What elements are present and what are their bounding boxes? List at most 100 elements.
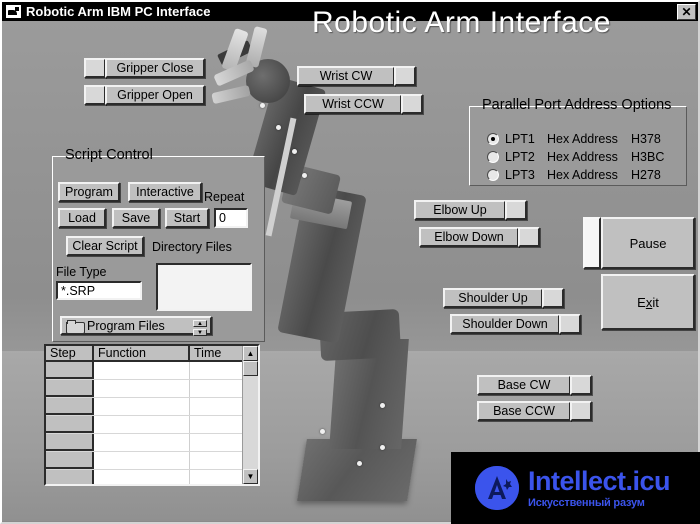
app-window: Robotic Arm IBM PC Interface ✕ Robotic A… (0, 0, 700, 524)
gripper-close-indicator (84, 58, 106, 78)
directory-files-label: Directory Files (152, 240, 232, 254)
program-button[interactable]: Program (58, 182, 120, 202)
base-cw-indicator (570, 375, 592, 395)
table-row[interactable] (46, 362, 242, 380)
program-files-combo-value: Program Files (87, 318, 165, 333)
scroll-down-icon[interactable]: ▼ (243, 469, 258, 484)
watermark-subtitle: Искусственный разум (528, 496, 645, 509)
arm-gripper-finger-4 (211, 84, 251, 105)
app-icon (5, 4, 22, 19)
wrist-cw-button[interactable]: Wrist CW (297, 66, 395, 86)
exit-button[interactable]: Ex it (601, 274, 695, 330)
load-button[interactable]: Load (58, 208, 106, 228)
wrist-ccw-button[interactable]: Wrist CCW (304, 94, 402, 114)
folder-icon (66, 319, 85, 334)
radio-lpt1-label: LPT1 (505, 132, 535, 146)
cell-function (94, 398, 190, 415)
file-type-label: File Type (56, 265, 107, 279)
arm-bolt (380, 445, 385, 450)
intellect-logo-icon (475, 466, 519, 510)
watermark-text: Intellect.icu Искусственный разум (528, 465, 671, 509)
script-grid-main: Step Function Time (46, 346, 242, 484)
cell-step (46, 416, 94, 433)
elbow-up-button[interactable]: Elbow Up (414, 200, 506, 220)
arm-bolt (320, 429, 325, 434)
radio-lpt1-mark[interactable] (487, 133, 499, 145)
chevron-down-icon[interactable]: ▼ (193, 329, 207, 336)
pause-button[interactable]: Pause (601, 217, 695, 269)
shoulder-up-button[interactable]: Shoulder Up (443, 288, 543, 308)
table-row[interactable] (46, 398, 242, 416)
radio-lpt3-hex-value: H278 (631, 168, 661, 182)
base-ccw-button[interactable]: Base CCW (477, 401, 571, 421)
wrist-ccw-indicator (401, 94, 423, 114)
interactive-button[interactable]: Interactive (128, 182, 202, 202)
exit-label-after: it (652, 294, 659, 310)
column-header-step: Step (46, 346, 94, 360)
repeat-input[interactable]: 0 (214, 208, 248, 228)
cell-time (190, 362, 242, 379)
gripper-close-button[interactable]: Gripper Close (105, 58, 205, 78)
pause-indicator (583, 217, 601, 269)
radio-lpt2-mark[interactable] (487, 151, 499, 163)
radio-lpt1[interactable]: LPT1 Hex Address H378 (487, 132, 661, 146)
repeat-label: Repeat (204, 190, 245, 204)
gripper-open-indicator (84, 85, 106, 105)
file-type-input[interactable]: *.SRP (56, 281, 142, 300)
save-button[interactable]: Save (112, 208, 160, 228)
elbow-down-indicator (518, 227, 540, 247)
page-title: Robotic Arm Interface (312, 6, 611, 39)
scrollbar-track[interactable] (243, 376, 258, 469)
parallel-port-group-title: Parallel Port Address Options (482, 97, 672, 113)
script-grid-scrollbar[interactable]: ▲ ▼ (242, 346, 258, 484)
radio-lpt2-label: LPT2 (505, 150, 535, 164)
elbow-up-indicator (505, 200, 527, 220)
table-row[interactable] (46, 452, 242, 470)
radio-lpt3-label: LPT3 (505, 168, 535, 182)
directory-files-list[interactable] (156, 263, 252, 311)
table-row[interactable] (46, 470, 242, 484)
cell-time (190, 452, 242, 469)
cell-function (94, 380, 190, 397)
base-ccw-indicator (570, 401, 592, 421)
shoulder-up-indicator (542, 288, 564, 308)
shoulder-down-button[interactable]: Shoulder Down (450, 314, 560, 334)
radio-lpt2[interactable]: LPT2 Hex Address H3BC (487, 150, 664, 164)
radio-lpt3[interactable]: LPT3 Hex Address H278 (487, 168, 661, 182)
arm-bolt (357, 461, 362, 466)
close-icon[interactable]: ✕ (677, 3, 696, 20)
shoulder-down-indicator (559, 314, 581, 334)
program-files-combo-spinner[interactable]: ▲ ▼ (193, 320, 207, 336)
cell-step (46, 452, 94, 469)
wrist-cw-indicator (394, 66, 416, 86)
arm-bolt (380, 403, 385, 408)
script-grid-body (46, 362, 242, 484)
cell-function (94, 452, 190, 469)
radio-lpt3-mark[interactable] (487, 169, 499, 181)
arm-bolt (292, 149, 297, 154)
column-header-function: Function (94, 346, 190, 360)
radio-lpt2-hex-caption: Hex Address (547, 150, 618, 164)
program-files-combo[interactable]: Program Files ▲ ▼ (60, 316, 212, 336)
table-row[interactable] (46, 416, 242, 434)
start-button[interactable]: Start (165, 208, 209, 228)
exit-label-before: E (637, 294, 646, 310)
base-cw-button[interactable]: Base CW (477, 375, 571, 395)
cell-time (190, 380, 242, 397)
cell-time (190, 416, 242, 433)
scrollbar-thumb[interactable] (243, 361, 258, 376)
gripper-open-button[interactable]: Gripper Open (105, 85, 205, 105)
watermark-title: Intellect.icu (528, 465, 671, 496)
scroll-up-icon[interactable]: ▲ (243, 346, 258, 361)
chevron-up-icon[interactable]: ▲ (193, 320, 207, 327)
cell-time (190, 398, 242, 415)
elbow-down-button[interactable]: Elbow Down (419, 227, 519, 247)
cell-step (46, 380, 94, 397)
script-grid-header: Step Function Time (46, 346, 242, 362)
table-row[interactable] (46, 380, 242, 398)
script-grid[interactable]: Step Function Time ▲ ▼ (44, 344, 260, 486)
clear-script-button[interactable]: Clear Script (66, 236, 144, 256)
cell-function (94, 362, 190, 379)
table-row[interactable] (46, 434, 242, 452)
cell-function (94, 434, 190, 451)
